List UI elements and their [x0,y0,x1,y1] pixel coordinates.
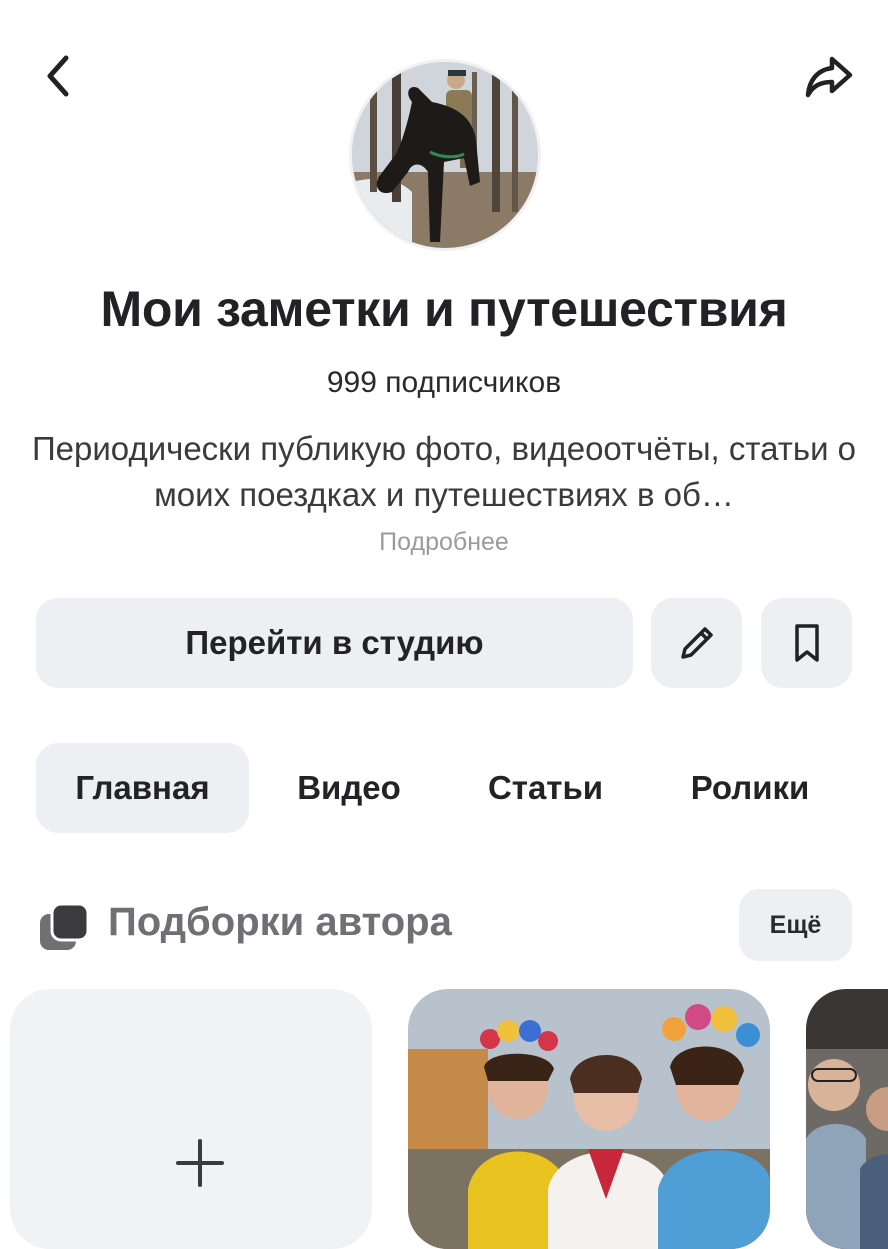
tab-main[interactable]: Главная [36,743,249,833]
back-button[interactable] [28,44,88,108]
avatar[interactable] [352,62,538,248]
add-collection-card[interactable] [10,989,372,1249]
bookmark-button[interactable] [761,598,852,688]
collection-card[interactable] [408,989,770,1249]
tab-reels[interactable]: Ролики [660,743,840,833]
subscriber-count: 999 подписчиков [326,366,562,399]
collection-cover-image [806,989,888,1249]
more-button[interactable]: Ещё [739,889,852,961]
share-arrow-icon [805,56,853,98]
collection-card[interactable] [806,989,888,1249]
tab-video[interactable]: Видео [268,743,430,833]
share-button[interactable] [796,46,862,108]
plus-icon [176,1139,224,1187]
collection-cover-image [408,989,770,1249]
section-title: Подборки автора [108,900,452,944]
tab-articles[interactable]: Статьи [458,743,633,833]
go-to-studio-button[interactable]: Перейти в студию [36,598,633,688]
channel-description: Периодически публикую фото, видеоотчёты,… [31,430,857,513]
avatar-image [352,62,538,248]
edit-button[interactable] [651,598,742,688]
collections-stack-icon [38,902,90,952]
chevron-left-icon [47,55,69,97]
page-title: Мои заметки и путешествия [100,281,788,337]
more-details-link[interactable]: Подробнее [0,528,888,557]
bookmark-icon [794,624,819,662]
pencil-icon [680,627,713,659]
